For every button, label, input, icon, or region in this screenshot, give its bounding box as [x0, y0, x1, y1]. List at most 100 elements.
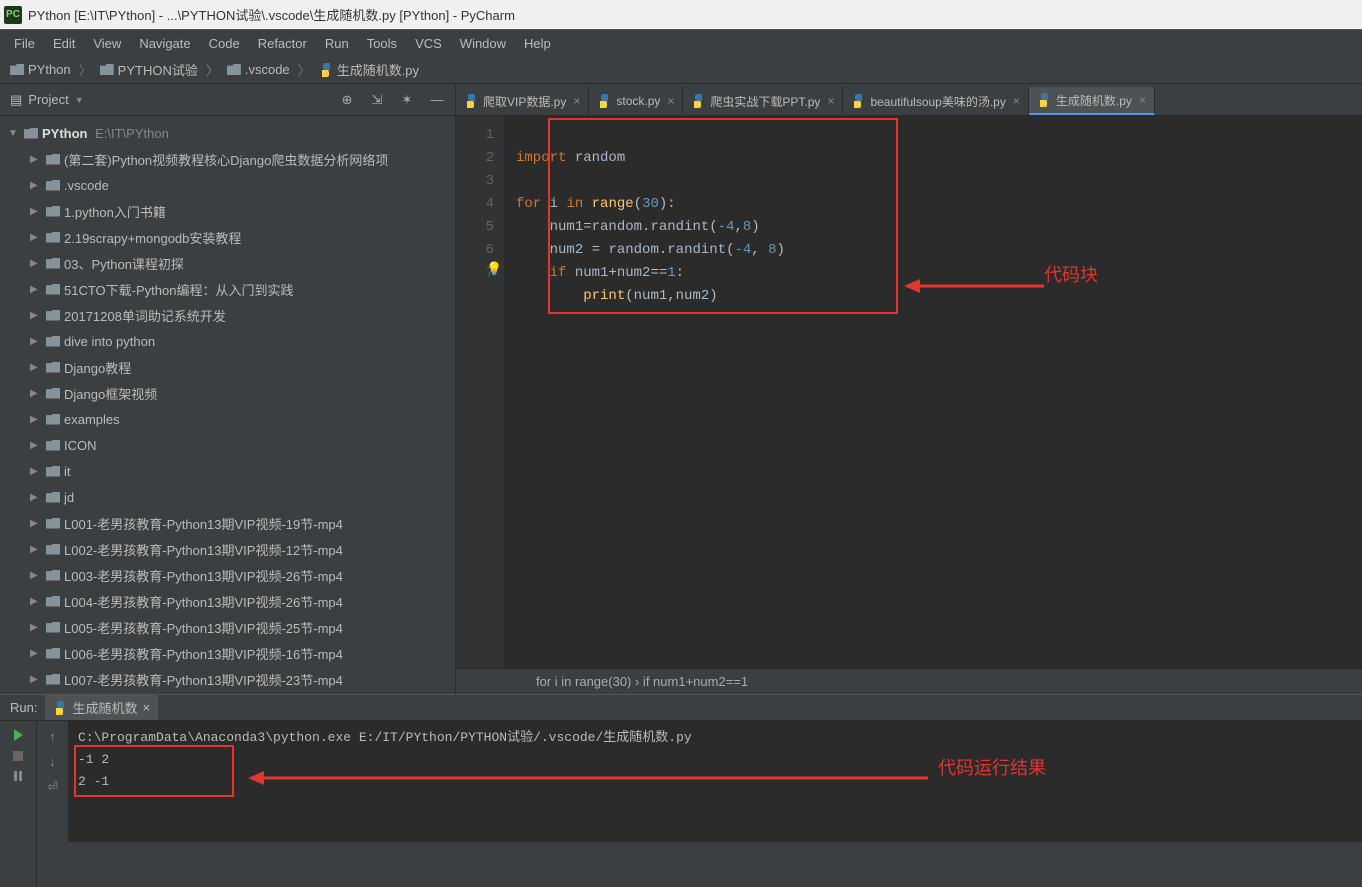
tree-item[interactable]: ▶ 1.python入门书籍: [0, 198, 455, 224]
project-pane-icon: ▤: [10, 92, 22, 108]
down-icon[interactable]: ↓: [49, 754, 56, 769]
tree-item[interactable]: ▶ L001-老男孩教育-Python13期VIP视频-19节-mp4: [0, 510, 455, 536]
tree-item[interactable]: ▶ 51CTO下载-Python编程：从入门到实践: [0, 276, 455, 302]
menu-run[interactable]: Run: [317, 33, 357, 54]
wrap-icon[interactable]: ⏎: [47, 779, 58, 795]
crumb-label: 生成随机数.py: [337, 60, 419, 79]
tree-item[interactable]: ▶ it: [0, 458, 455, 484]
arrow-icon: [904, 271, 1044, 301]
folder-icon: [46, 648, 60, 659]
menu-refactor[interactable]: Refactor: [250, 33, 315, 54]
crumb-sep: 〉: [298, 60, 311, 79]
collapse-icon[interactable]: ⇲: [369, 92, 385, 108]
close-icon[interactable]: ×: [1013, 94, 1020, 108]
tree-item[interactable]: ▶ jd: [0, 484, 455, 510]
close-icon[interactable]: ×: [573, 94, 580, 108]
crumb-sep: 〉: [206, 60, 219, 79]
crumb-item[interactable]: PYthon: [10, 62, 71, 77]
folder-icon: [46, 492, 60, 503]
close-icon[interactable]: ×: [827, 94, 834, 108]
close-icon[interactable]: ×: [142, 700, 150, 715]
folder-icon: [46, 674, 60, 685]
close-icon[interactable]: ×: [667, 94, 674, 108]
editor-tab[interactable]: stock.py×: [589, 87, 683, 115]
folder-icon: [227, 64, 241, 75]
sidebar-header: ▤ Project ▼ ⊕ ⇲ ✶ —: [0, 84, 455, 116]
code-editor[interactable]: 1234567 import random for i in range(30)…: [456, 116, 1362, 668]
editor-tab[interactable]: beautifulsoup美味的汤.py×: [843, 87, 1028, 115]
menu-help[interactable]: Help: [516, 33, 559, 54]
tree-item[interactable]: ▶ dive into python: [0, 328, 455, 354]
crumb-item[interactable]: .vscode: [227, 62, 290, 77]
pause-icon[interactable]: [14, 771, 22, 781]
menu-tools[interactable]: Tools: [359, 33, 405, 54]
editor-tab[interactable]: 生成随机数.py ×: [1029, 87, 1155, 115]
crumb-item[interactable]: PYTHON试验: [100, 60, 198, 79]
main-menubar: File Edit View Navigate Code Refactor Ru…: [0, 30, 1362, 56]
gear-icon[interactable]: ✶: [399, 92, 415, 108]
tree-item[interactable]: ▶ L003-老男孩教育-Python13期VIP视频-26节-mp4: [0, 562, 455, 588]
tree-item[interactable]: ▶ Django框架视频: [0, 380, 455, 406]
folder-icon: [46, 440, 60, 451]
folder-icon: [46, 206, 60, 217]
folder-icon: [10, 64, 24, 75]
tree-item[interactable]: ▶ 2.19scrapy+mongodb安装教程: [0, 224, 455, 250]
console-line: -1 2: [78, 752, 109, 767]
menu-window[interactable]: Window: [452, 33, 514, 54]
locate-icon[interactable]: ⊕: [339, 92, 355, 108]
close-icon[interactable]: ×: [1139, 93, 1146, 107]
run-tab[interactable]: 生成随机数 ×: [45, 695, 158, 720]
annotation-box-code: [548, 118, 898, 314]
up-icon[interactable]: ↑: [49, 729, 56, 744]
menu-view[interactable]: View: [85, 33, 129, 54]
tree-item[interactable]: ▶ L002-老男孩教育-Python13期VIP视频-12节-mp4: [0, 536, 455, 562]
code-content[interactable]: import random for i in range(30): num1=r…: [504, 116, 1362, 668]
tree-item[interactable]: ▶ examples: [0, 406, 455, 432]
chevron-down-icon[interactable]: ▼: [75, 95, 84, 105]
editor-breadcrumb[interactable]: for i in range(30) › if num1+num2==1: [456, 668, 1362, 694]
python-file-icon: [53, 701, 67, 715]
editor-tab[interactable]: 爬取VIP数据.py×: [456, 87, 589, 115]
crumb-label: .vscode: [245, 62, 290, 77]
run-toolbar: [0, 721, 36, 887]
hide-icon[interactable]: —: [429, 92, 445, 108]
lightbulb-icon[interactable]: 💡: [486, 258, 502, 281]
annotation-label-output: 代码运行结果: [938, 759, 1046, 781]
stop-icon[interactable]: [13, 751, 23, 761]
console-line: 2 -1: [78, 774, 109, 789]
window-title: PYthon [E:\IT\PYthon] - ...\PYTHON试验\.vs…: [28, 5, 515, 24]
folder-icon: [46, 466, 60, 477]
menu-code[interactable]: Code: [201, 33, 248, 54]
tree-item[interactable]: ▶ L006-老男孩教育-Python13期VIP视频-16节-mp4: [0, 640, 455, 666]
tree-item[interactable]: ▶ L007-老男孩教育-Python13期VIP视频-23节-mp4: [0, 666, 455, 692]
run-header: Run: 生成随机数 ×: [0, 695, 1362, 721]
arrow-icon: [248, 763, 928, 793]
play-icon[interactable]: [14, 729, 23, 741]
folder-icon: [46, 154, 60, 165]
folder-icon: [46, 258, 60, 269]
editor-tab[interactable]: 爬虫实战下载PPT.py×: [683, 87, 843, 115]
editor-area: 爬取VIP数据.py×stock.py×爬虫实战下载PPT.py×beautif…: [456, 84, 1362, 694]
menu-navigate[interactable]: Navigate: [131, 33, 198, 54]
crumb-item[interactable]: 生成随机数.py: [319, 60, 419, 79]
menu-vcs[interactable]: VCS: [407, 33, 450, 54]
tree-item[interactable]: ▶ .vscode: [0, 172, 455, 198]
tree-item[interactable]: ▶ (第二套)Python视频教程核心Django爬虫数据分析网络项: [0, 146, 455, 172]
tree-item[interactable]: ▶ 03、Python课程初探: [0, 250, 455, 276]
folder-icon: [46, 518, 60, 529]
path-breadcrumb: PYthon 〉 PYTHON试验 〉 .vscode 〉 生成随机数.py: [0, 56, 1362, 84]
sidebar-title[interactable]: Project: [28, 92, 68, 107]
project-sidebar: ▤ Project ▼ ⊕ ⇲ ✶ — ▼ PYthon E:\IT\PYtho…: [0, 84, 456, 694]
tree-root[interactable]: ▼ PYthon E:\IT\PYthon: [0, 120, 455, 146]
tree-item[interactable]: ▶ Django教程: [0, 354, 455, 380]
tab-label: 生成随机数.py: [1056, 92, 1132, 109]
run-tab-label: 生成随机数: [72, 698, 137, 717]
project-tree[interactable]: ▼ PYthon E:\IT\PYthon▶ (第二套)Python视频教程核心…: [0, 116, 455, 694]
tree-item[interactable]: ▶ L004-老男孩教育-Python13期VIP视频-26节-mp4: [0, 588, 455, 614]
tree-item[interactable]: ▶ ICON: [0, 432, 455, 458]
tree-item[interactable]: ▶ L005-老男孩教育-Python13期VIP视频-25节-mp4: [0, 614, 455, 640]
menu-file[interactable]: File: [6, 33, 43, 54]
tree-item[interactable]: ▶ 20171208单词助记系统开发: [0, 302, 455, 328]
menu-edit[interactable]: Edit: [45, 33, 83, 54]
console-output[interactable]: C:\ProgramData\Anaconda3\python.exe E:/I…: [68, 721, 1362, 887]
